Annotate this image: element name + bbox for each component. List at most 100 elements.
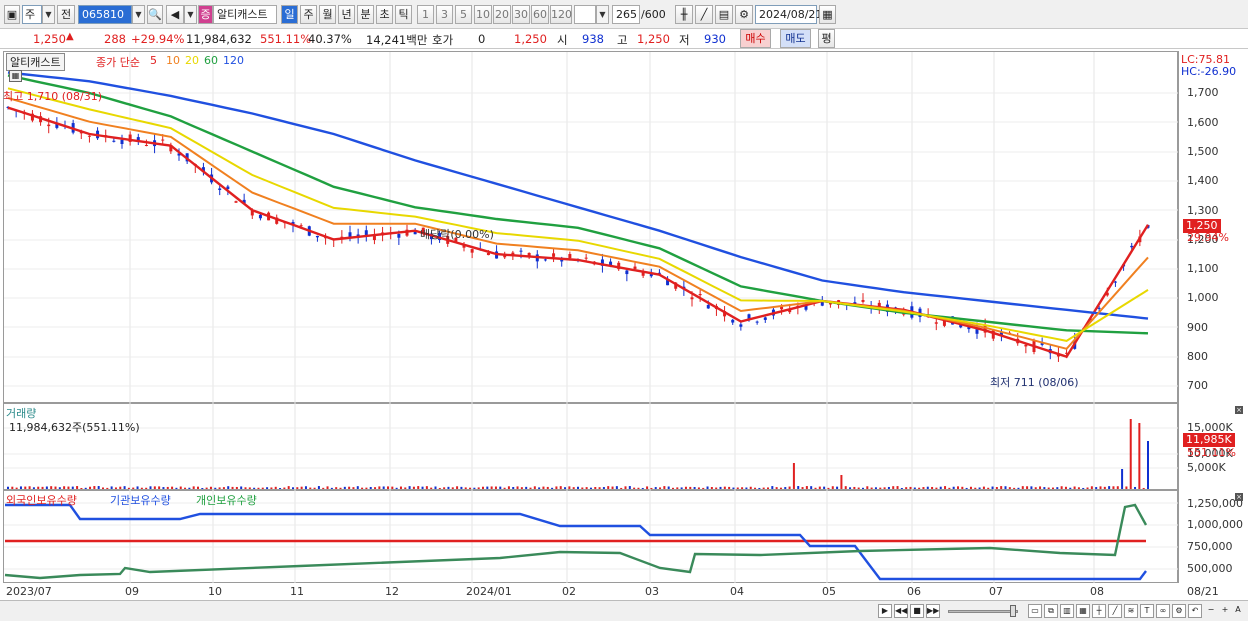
layout-icon[interactable]: ▭ bbox=[1028, 604, 1042, 618]
dividend-annotation: 배당락(0.00%) bbox=[420, 228, 494, 241]
volume-bar bbox=[611, 486, 614, 489]
copy-icon[interactable]: ⧉ bbox=[1044, 604, 1058, 618]
play-icon[interactable]: ▶ bbox=[878, 604, 892, 618]
volume-bar bbox=[63, 486, 66, 489]
volume-bar bbox=[1077, 487, 1080, 489]
candle-body bbox=[1113, 281, 1117, 283]
volume-bar bbox=[702, 487, 705, 489]
slider-handle[interactable] bbox=[1010, 605, 1016, 617]
volume-bar bbox=[719, 486, 722, 489]
zoom-slider[interactable] bbox=[948, 610, 1018, 613]
volume-bar bbox=[127, 487, 130, 489]
volume-bar bbox=[1073, 486, 1076, 489]
volume-bar bbox=[11, 486, 14, 489]
volume-bar bbox=[1047, 487, 1050, 489]
close-icon[interactable]: × bbox=[1235, 493, 1243, 501]
volume-bar bbox=[162, 487, 165, 489]
volume-bar bbox=[1021, 486, 1024, 489]
volume-bar bbox=[266, 487, 269, 489]
volume-bar bbox=[529, 487, 532, 489]
grid-icon[interactable]: ▦ bbox=[1076, 604, 1090, 618]
volume-bar bbox=[374, 487, 377, 489]
stop-icon[interactable]: ■ bbox=[910, 604, 924, 618]
volume-bar bbox=[1017, 487, 1020, 489]
volume-bar bbox=[672, 487, 674, 489]
volume-bar bbox=[309, 487, 312, 489]
split-icon[interactable]: ▥ bbox=[1060, 604, 1074, 618]
volume-bar bbox=[443, 487, 446, 489]
fib-icon[interactable]: ≋ bbox=[1124, 604, 1138, 618]
ma-line-20 bbox=[7, 87, 1149, 342]
stock-name-tab[interactable]: 알티캐스트 bbox=[6, 53, 65, 71]
x-tick: 09 bbox=[125, 585, 139, 598]
volume-bar bbox=[935, 487, 938, 489]
volume-bar bbox=[779, 487, 782, 489]
volume-bar bbox=[132, 487, 135, 489]
volume-bar bbox=[486, 486, 489, 489]
volume-bar bbox=[572, 487, 575, 489]
volume-bar bbox=[641, 487, 644, 489]
rewind-icon[interactable]: ◀◀ bbox=[894, 604, 908, 618]
volume-bar bbox=[624, 486, 627, 489]
font-size-icon[interactable]: A bbox=[1231, 604, 1245, 618]
volume-bar bbox=[589, 487, 592, 489]
candle-body bbox=[568, 254, 572, 259]
link-icon[interactable]: ∞ bbox=[1156, 604, 1170, 618]
close-icon[interactable]: × bbox=[1235, 406, 1243, 414]
volume-bar bbox=[784, 487, 787, 489]
volume-bar bbox=[205, 487, 208, 489]
volume-bar bbox=[546, 486, 549, 489]
text-icon[interactable]: T bbox=[1140, 604, 1154, 618]
volume-bar bbox=[447, 486, 450, 489]
grid-icon[interactable]: ▦ bbox=[9, 70, 22, 82]
volume-bar bbox=[840, 475, 843, 489]
volume-bar bbox=[1116, 486, 1119, 489]
zoom-out-icon[interactable]: − bbox=[1204, 604, 1218, 618]
volume-bar bbox=[564, 487, 567, 489]
volume-bar bbox=[464, 487, 467, 489]
volume-last-tag: 11,985K bbox=[1183, 433, 1235, 447]
trend-icon[interactable]: ╱ bbox=[1108, 604, 1122, 618]
ma120-legend: 120 bbox=[223, 54, 244, 67]
volume-bar bbox=[71, 486, 74, 489]
zoom-in-icon[interactable]: + bbox=[1218, 604, 1232, 618]
individual-legend: 개인보유수량 bbox=[196, 494, 257, 507]
volume-bar bbox=[477, 487, 480, 489]
volume-bar bbox=[391, 486, 394, 489]
volume-bar bbox=[926, 486, 929, 489]
volume-bar bbox=[775, 487, 778, 489]
volume-bar bbox=[197, 486, 199, 489]
forward-icon[interactable]: ▶▶ bbox=[926, 604, 940, 618]
candle-body bbox=[120, 139, 124, 145]
candle-body bbox=[1130, 245, 1134, 248]
back-icon[interactable]: ↶ bbox=[1188, 604, 1202, 618]
volume-bar bbox=[102, 487, 104, 489]
volume-bar bbox=[490, 486, 493, 489]
volume-bar bbox=[421, 486, 424, 489]
volume-bar bbox=[119, 486, 122, 489]
volume-bar bbox=[227, 486, 230, 489]
volume-bar bbox=[404, 487, 407, 489]
settings-icon[interactable]: ⚙ bbox=[1172, 604, 1186, 618]
volume-bar bbox=[836, 486, 839, 489]
candle-body bbox=[763, 317, 767, 320]
volume-bar bbox=[171, 486, 174, 489]
candle-body bbox=[543, 259, 547, 261]
candle-body bbox=[625, 270, 629, 275]
volume-bar bbox=[628, 486, 631, 489]
volume-bar bbox=[330, 487, 333, 489]
volume-bar bbox=[965, 487, 968, 489]
volume-bar bbox=[823, 486, 826, 489]
ma-line-5 bbox=[7, 106, 1150, 359]
volume-bar bbox=[1013, 487, 1016, 489]
volume-bar bbox=[1060, 486, 1063, 489]
volume-bar bbox=[659, 487, 662, 489]
crosshair-icon[interactable]: ┼ bbox=[1092, 604, 1106, 618]
volume-bar bbox=[248, 487, 251, 489]
volume-bar bbox=[542, 486, 545, 489]
volume-bar bbox=[1095, 487, 1098, 489]
y-tick: 1,400 bbox=[1187, 174, 1219, 187]
volume-bar bbox=[1030, 486, 1033, 489]
x-tick: 08/21 bbox=[1187, 585, 1219, 598]
ma-lines bbox=[7, 71, 1150, 359]
